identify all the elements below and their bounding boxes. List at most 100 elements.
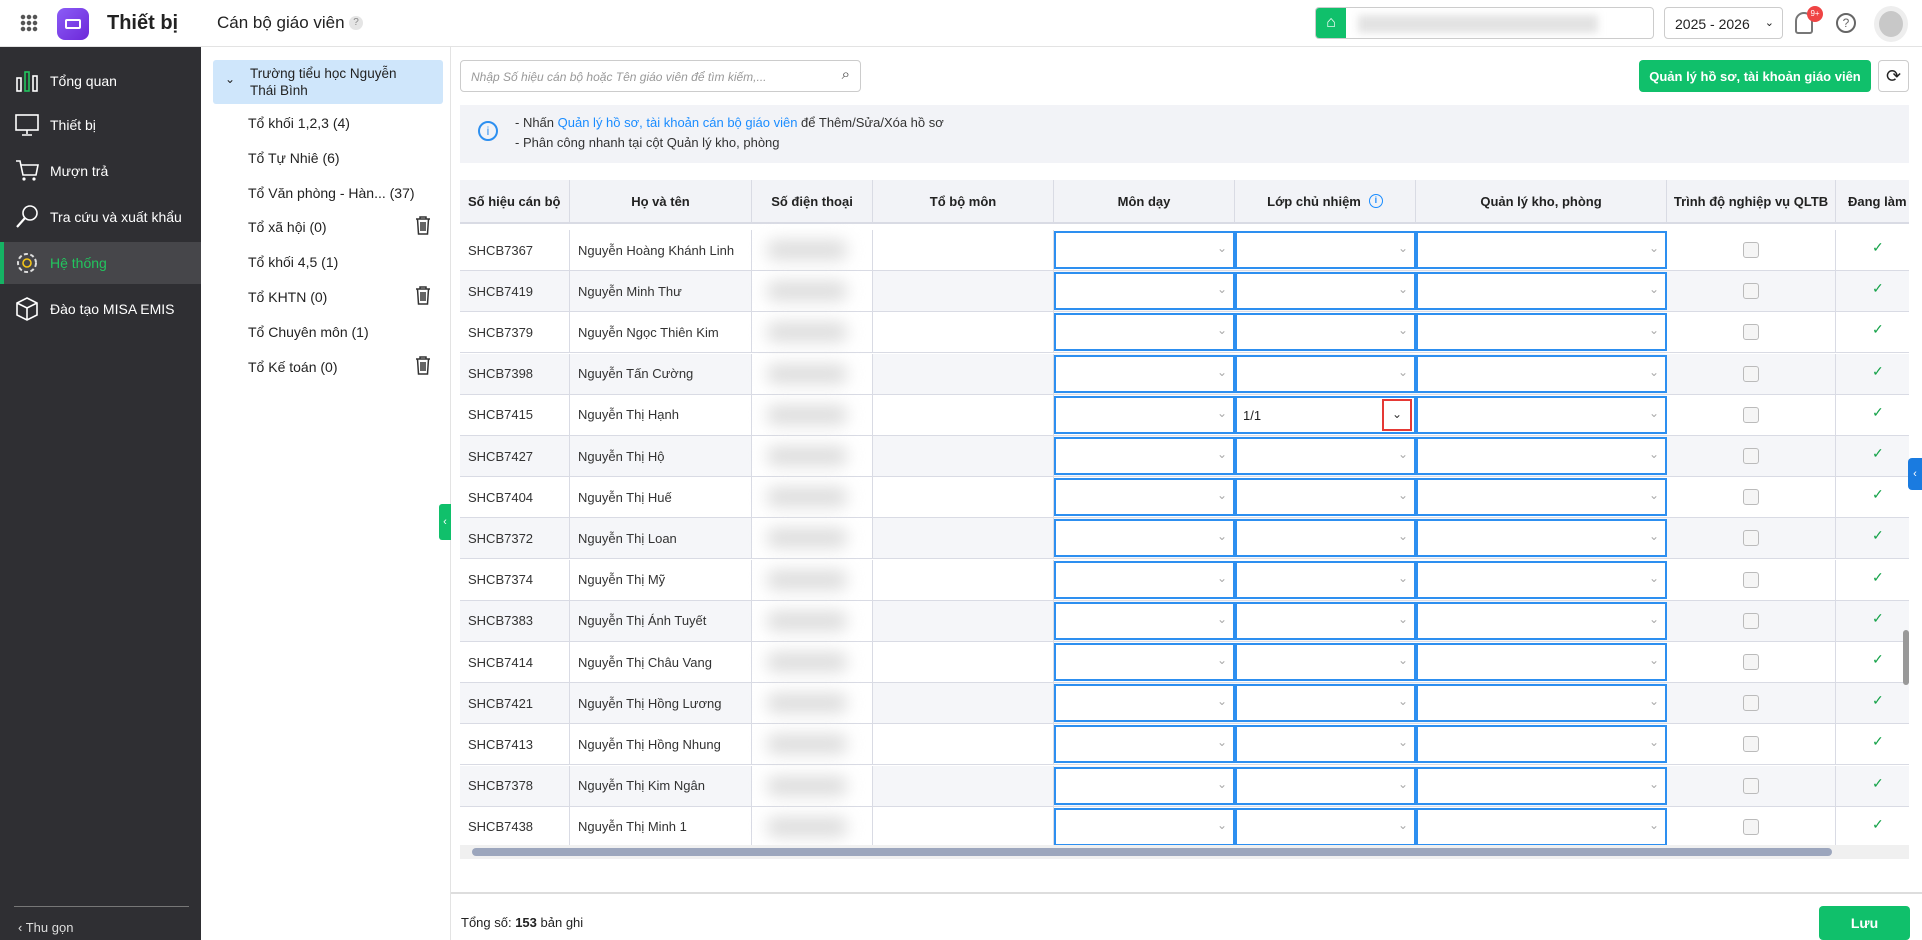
- storage-room-dropdown[interactable]: ⌄: [1416, 725, 1667, 764]
- chevron-down-icon[interactable]: ⌄: [1398, 241, 1408, 255]
- chevron-down-icon[interactable]: ⌄: [1398, 282, 1408, 296]
- chevron-down-icon[interactable]: ⌄: [1217, 818, 1227, 832]
- tree-item[interactable]: Tổ khối 4,5 (1): [248, 254, 338, 270]
- storage-room-dropdown[interactable]: ⌄: [1416, 478, 1667, 517]
- table-row[interactable]: SHCB7367 Nguyễn Hoàng Khánh Linh ⌄ ⌄ ⌄ ✓: [460, 230, 1909, 271]
- storage-room-dropdown[interactable]: ⌄: [1416, 437, 1667, 475]
- save-button[interactable]: Lưu: [1819, 906, 1910, 940]
- chevron-down-icon[interactable]: ⌄: [1398, 365, 1408, 379]
- subject-dropdown[interactable]: ⌄: [1054, 231, 1235, 269]
- qualification-checkbox[interactable]: [1743, 283, 1759, 300]
- homeroom-class-dropdown[interactable]: 1/1 ⌄: [1235, 395, 1416, 434]
- chevron-down-icon[interactable]: ⌄: [1398, 818, 1408, 832]
- app-grid-icon[interactable]: [20, 14, 38, 32]
- subject-dropdown[interactable]: ⌄: [1054, 643, 1235, 681]
- homeroom-class-dropdown[interactable]: ⌄: [1235, 437, 1416, 475]
- tree-root[interactable]: ⌄ Trường tiểu học Nguyễn Thái Bình: [213, 60, 443, 104]
- storage-room-dropdown[interactable]: ⌄: [1416, 601, 1667, 640]
- tree-item[interactable]: Tổ KHTN (0): [248, 289, 327, 305]
- qualification-checkbox[interactable]: [1743, 654, 1759, 670]
- chevron-down-icon[interactable]: ⌄: [1649, 571, 1659, 585]
- subject-dropdown[interactable]: ⌄: [1054, 272, 1235, 311]
- chevron-down-icon[interactable]: ⌄: [1217, 365, 1227, 379]
- chevron-down-icon[interactable]: ⌄: [1649, 488, 1659, 502]
- chevron-down-icon[interactable]: ⌄: [1217, 777, 1227, 791]
- trash-icon[interactable]: [414, 355, 432, 375]
- chevron-down-icon[interactable]: ⌄: [1217, 735, 1227, 749]
- qualification-checkbox[interactable]: [1743, 571, 1759, 588]
- search-input[interactable]: Nhập Số hiệu cán bộ hoặc Tên giáo viên đ…: [460, 60, 861, 92]
- chevron-down-icon[interactable]: ⌄: [1217, 282, 1227, 296]
- storage-room-dropdown[interactable]: ⌄: [1416, 807, 1667, 846]
- storage-room-dropdown[interactable]: ⌄: [1416, 395, 1667, 434]
- qualification-checkbox[interactable]: [1743, 777, 1759, 794]
- chevron-down-icon[interactable]: ⌄: [1217, 323, 1227, 337]
- subject-dropdown[interactable]: ⌄: [1054, 437, 1235, 475]
- school-selector[interactable]: ⌂: [1315, 7, 1654, 39]
- manage-profiles-button[interactable]: Quản lý hồ sơ, tài khoản giáo viên: [1639, 60, 1871, 92]
- subject-dropdown[interactable]: ⌄: [1054, 807, 1235, 846]
- table-row[interactable]: SHCB7379 Nguyễn Ngọc Thiên Kim ⌄ ⌄ ⌄ ✓: [460, 312, 1909, 354]
- table-row[interactable]: SHCB7398 Nguyễn Tấn Cường ⌄ ⌄ ⌄ ✓: [460, 353, 1909, 395]
- qualification-checkbox[interactable]: [1743, 818, 1759, 835]
- horizontal-scrollbar[interactable]: [460, 845, 1909, 859]
- homeroom-class-dropdown[interactable]: ⌄: [1235, 807, 1416, 846]
- scrollbar-thumb[interactable]: [1903, 630, 1909, 685]
- sidebar-item-3[interactable]: Tra cứu và xuất khẩu: [0, 196, 201, 238]
- storage-room-dropdown[interactable]: ⌄: [1416, 684, 1667, 723]
- storage-room-dropdown[interactable]: ⌄: [1416, 766, 1667, 805]
- qualification-checkbox[interactable]: [1743, 736, 1759, 753]
- chevron-down-icon[interactable]: ⌄: [1649, 365, 1659, 379]
- chevron-down-icon[interactable]: ⌄: [1217, 241, 1227, 255]
- help-icon[interactable]: ?: [1836, 13, 1856, 33]
- chevron-down-icon[interactable]: ⌄: [1398, 612, 1408, 626]
- qualification-checkbox[interactable]: [1743, 530, 1759, 547]
- chevron-down-icon[interactable]: ⌄: [1217, 571, 1227, 585]
- table-row[interactable]: SHCB7404 Nguyễn Thị Huế ⌄ ⌄ ⌄ ✓: [460, 477, 1909, 519]
- table-row[interactable]: SHCB7383 Nguyễn Thị Ánh Tuyết ⌄ ⌄ ⌄ ✓: [460, 600, 1909, 642]
- homeroom-class-dropdown[interactable]: ⌄: [1235, 519, 1416, 558]
- help-badge-icon[interactable]: ?: [349, 16, 363, 30]
- storage-room-dropdown[interactable]: ⌄: [1416, 354, 1667, 393]
- avatar[interactable]: [1874, 6, 1908, 42]
- chevron-down-icon[interactable]: ⌄: [1398, 447, 1408, 461]
- table-row[interactable]: SHCB7413 Nguyễn Thị Hồng Nhung ⌄ ⌄ ⌄ ✓: [460, 724, 1909, 766]
- chevron-down-icon[interactable]: ⌄: [1217, 612, 1227, 626]
- info-icon[interactable]: i: [1368, 194, 1383, 208]
- table-row[interactable]: SHCB7419 Nguyễn Minh Thư ⌄ ⌄ ⌄ ✓: [460, 271, 1909, 313]
- manage-profiles-link[interactable]: Quản lý hồ sơ, tài khoản cán bộ giáo viê…: [558, 115, 798, 130]
- tree-item[interactable]: Tổ xã hội (0): [248, 219, 327, 235]
- chevron-down-icon[interactable]: ⌄: [1649, 241, 1659, 255]
- chevron-down-icon[interactable]: ⌄: [1217, 694, 1227, 708]
- trash-icon[interactable]: [414, 215, 432, 235]
- refresh-button[interactable]: ⟳: [1878, 60, 1909, 92]
- table-row[interactable]: SHCB7372 Nguyễn Thị Loan ⌄ ⌄ ⌄ ✓: [460, 518, 1909, 560]
- chevron-down-icon[interactable]: ⌄: [1398, 571, 1408, 585]
- chevron-down-icon[interactable]: ⌄: [1217, 447, 1227, 461]
- subject-dropdown[interactable]: ⌄: [1054, 560, 1235, 599]
- chevron-down-icon[interactable]: ⌄: [1217, 653, 1227, 667]
- storage-room-dropdown[interactable]: ⌄: [1416, 231, 1667, 269]
- subject-dropdown[interactable]: ⌄: [1054, 519, 1235, 558]
- table-row[interactable]: SHCB7374 Nguyễn Thị Mỹ ⌄ ⌄ ⌄ ✓: [460, 559, 1909, 601]
- homeroom-class-dropdown[interactable]: ⌄: [1235, 231, 1416, 269]
- vertical-scrollbar[interactable]: [1902, 225, 1910, 845]
- table-row[interactable]: SHCB7421 Nguyễn Thị Hồng Lương ⌄ ⌄ ⌄ ✓: [460, 683, 1909, 725]
- tree-item[interactable]: Tổ Tự Nhiê (6): [248, 150, 340, 166]
- chevron-down-icon[interactable]: ⌄: [1649, 282, 1659, 296]
- qualification-checkbox[interactable]: [1743, 448, 1759, 464]
- table-row[interactable]: SHCB7378 Nguyễn Thị Kim Ngân ⌄ ⌄ ⌄ ✓: [460, 765, 1909, 807]
- subject-dropdown[interactable]: ⌄: [1054, 478, 1235, 517]
- chevron-down-icon[interactable]: ⌄: [1649, 694, 1659, 708]
- tree-item[interactable]: Tổ khối 1,2,3 (4): [248, 115, 350, 131]
- chevron-down-icon[interactable]: ⌄: [1217, 488, 1227, 502]
- sidebar-item-2[interactable]: Mượn trả: [0, 150, 201, 192]
- homeroom-class-dropdown[interactable]: ⌄: [1235, 725, 1416, 764]
- chevron-down-icon[interactable]: ⌄: [1649, 818, 1659, 832]
- tree-item[interactable]: Tổ Kế toán (0): [248, 359, 338, 375]
- homeroom-class-dropdown[interactable]: ⌄: [1235, 354, 1416, 393]
- chevron-down-icon[interactable]: ⌄: [1649, 653, 1659, 667]
- right-panel-toggle[interactable]: ‹: [1908, 458, 1922, 490]
- homeroom-class-dropdown[interactable]: ⌄: [1235, 272, 1416, 311]
- subject-dropdown[interactable]: ⌄: [1054, 395, 1235, 434]
